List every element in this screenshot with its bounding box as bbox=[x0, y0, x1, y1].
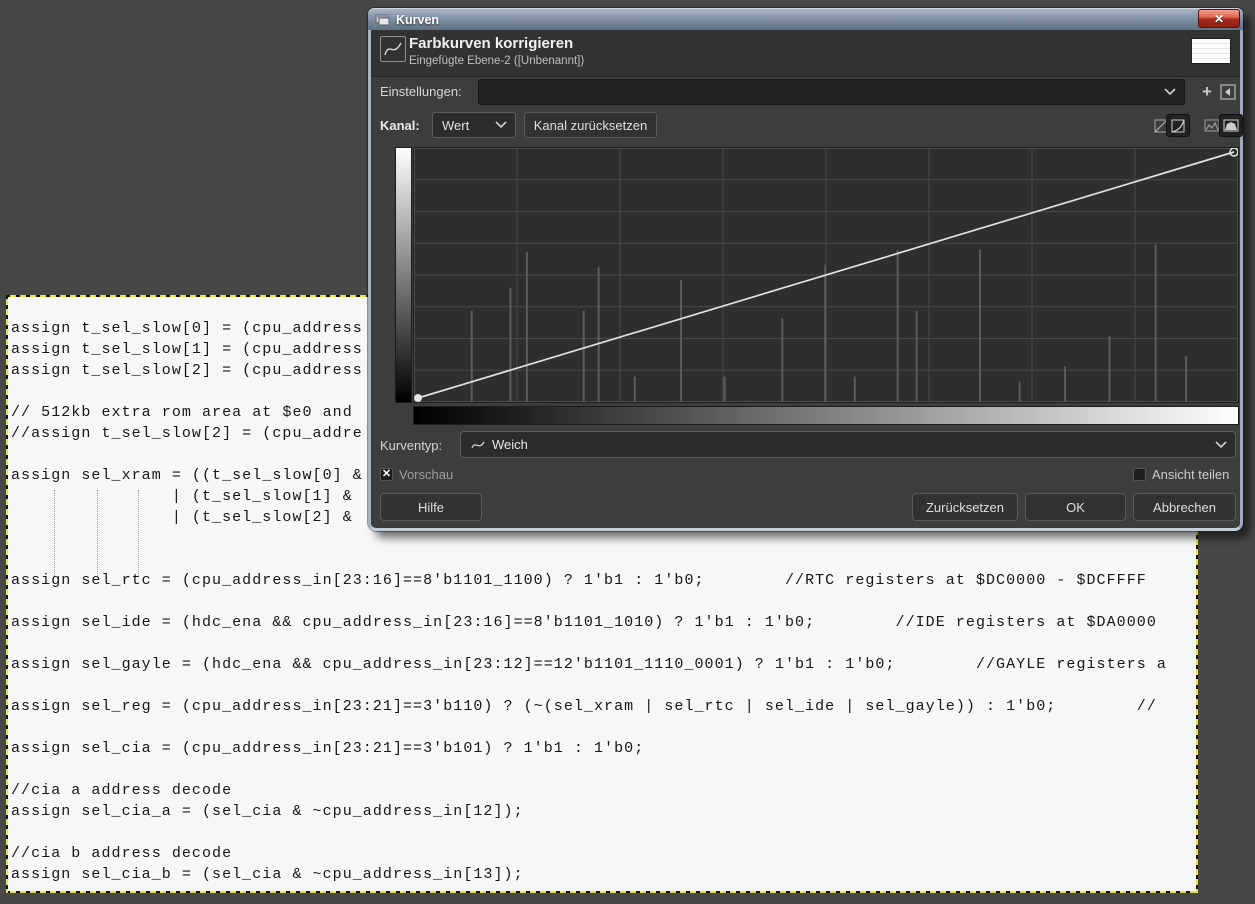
smooth-curve-icon bbox=[1171, 119, 1185, 133]
channel-select[interactable]: Wert bbox=[432, 112, 516, 138]
ok-button[interactable]: OK bbox=[1025, 493, 1126, 521]
chevron-down-icon bbox=[1164, 88, 1176, 96]
presets-label: Einstellungen: bbox=[380, 84, 462, 99]
chevron-down-icon bbox=[495, 121, 507, 129]
selection-ants-left bbox=[6, 295, 8, 893]
chevron-down-icon bbox=[1215, 441, 1227, 449]
curve-type-select[interactable]: Weich bbox=[460, 431, 1236, 458]
help-button[interactable]: Hilfe bbox=[380, 493, 482, 521]
dialog-title: Farbkurven korrigieren bbox=[409, 35, 573, 52]
channel-value: Wert bbox=[433, 118, 495, 133]
dialog-subtitle: Eingefügte Ebene-2 ([Unbenannt]) bbox=[409, 55, 584, 67]
split-view-label: Ansicht teilen bbox=[1152, 467, 1229, 482]
curve-smooth-toggle[interactable] bbox=[1166, 114, 1190, 137]
histogram-log-icon bbox=[1223, 119, 1239, 132]
channel-label: Kanal: bbox=[380, 118, 420, 133]
window-icon bbox=[375, 14, 390, 26]
layer-thumbnail bbox=[1192, 39, 1230, 63]
indent-guide bbox=[97, 490, 98, 576]
dialog-header: Farbkurven korrigieren Eingefügte Ebene-… bbox=[371, 30, 1240, 77]
check-icon: ✕ bbox=[382, 469, 391, 480]
preset-menu-button[interactable] bbox=[1220, 84, 1236, 100]
close-icon: ✕ bbox=[1214, 12, 1224, 26]
indent-guide bbox=[138, 490, 139, 576]
titlebar[interactable]: Kurven ✕ bbox=[368, 8, 1243, 30]
presets-combo[interactable] bbox=[478, 79, 1185, 105]
curve-type-value: Weich bbox=[485, 437, 1215, 452]
smooth-curve-icon bbox=[471, 439, 485, 451]
close-button[interactable]: ✕ bbox=[1198, 9, 1240, 28]
histogram-log-toggle[interactable] bbox=[1219, 114, 1243, 137]
split-view-checkbox[interactable] bbox=[1133, 468, 1146, 481]
cancel-button[interactable]: Abbrechen bbox=[1133, 493, 1236, 521]
curve-editor[interactable] bbox=[414, 148, 1238, 402]
window-title: Kurven bbox=[396, 13, 1198, 27]
preview-label: Vorschau bbox=[399, 467, 453, 482]
channel-reset-button[interactable]: Kanal zurücksetzen bbox=[524, 112, 657, 138]
histogram-linear-icon bbox=[1204, 119, 1220, 132]
curve-type-label: Kurventyp: bbox=[380, 438, 442, 453]
selection-ants-bottom bbox=[6, 891, 1198, 893]
input-gradient-bar bbox=[414, 407, 1238, 424]
curves-dialog: Kurven ✕ Farbkurven korrigieren Eingefüg… bbox=[368, 8, 1243, 531]
reset-button[interactable]: Zurücksetzen bbox=[912, 493, 1018, 521]
add-preset-button[interactable]: + bbox=[1197, 82, 1217, 102]
preview-checkbox[interactable]: ✕ bbox=[380, 468, 393, 481]
import-export-icon bbox=[1220, 84, 1236, 100]
plus-icon: + bbox=[1202, 82, 1212, 102]
indent-guide bbox=[54, 490, 55, 576]
output-gradient-bar bbox=[396, 148, 411, 402]
curves-tool-icon bbox=[380, 36, 406, 62]
